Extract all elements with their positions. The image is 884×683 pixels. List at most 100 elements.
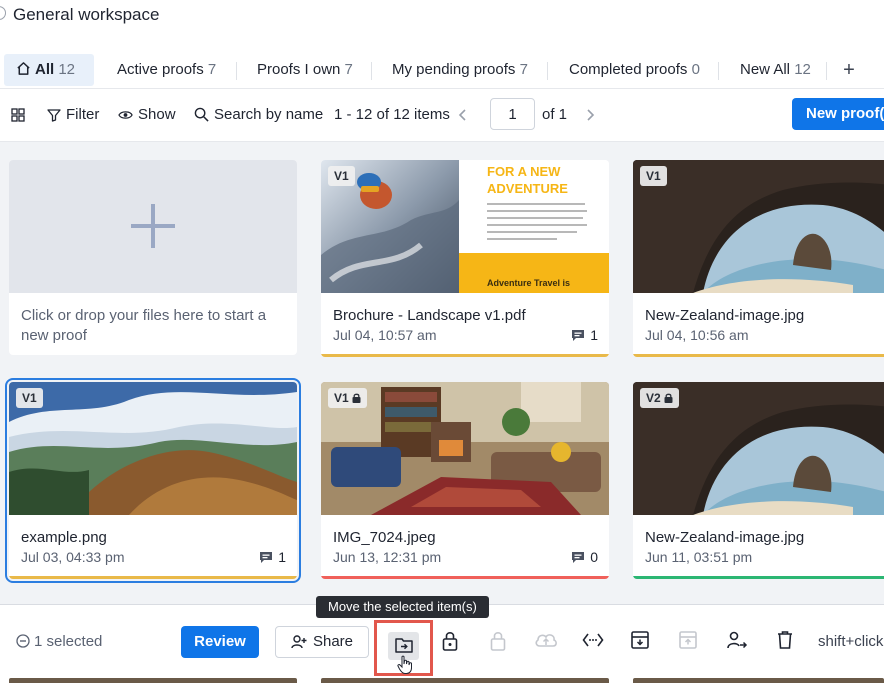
proof-name[interactable]: IMG_7024.jpeg: [333, 529, 436, 546]
proof-thumbnail[interactable]: [9, 382, 297, 515]
show-button[interactable]: Show: [118, 96, 176, 134]
prev-page-button[interactable]: [458, 96, 473, 134]
unarchive-icon: [679, 631, 697, 649]
workspace-title: General workspace: [13, 5, 160, 24]
version-badge: V1: [328, 166, 355, 186]
proof-date: Jun 11, 03:51 pm: [645, 549, 753, 565]
archive-button[interactable]: [630, 630, 654, 654]
delete-button[interactable]: [776, 630, 800, 654]
grid-icon: [11, 108, 25, 122]
tab-active-proofs[interactable]: Active proofs 7: [105, 54, 228, 86]
version-badge: V2: [640, 388, 679, 408]
upload-hint: Click or drop your files here to start a…: [21, 307, 267, 344]
selected-count[interactable]: 1 selected: [16, 633, 102, 650]
tab-count: 7: [207, 61, 217, 78]
status-bar: [633, 354, 884, 357]
proof-name[interactable]: Brochure - Landscape v1.pdf: [333, 307, 526, 324]
status-bar: [321, 354, 609, 357]
comment-count[interactable]: 1: [571, 327, 598, 343]
proof-card-selected[interactable]: V1 example.png Jul 03, 04:33 pm 1: [5, 378, 301, 583]
tabs-divider: [0, 88, 884, 89]
upload-card[interactable]: Click or drop your files here to start a…: [9, 160, 297, 355]
review-button[interactable]: Review: [181, 626, 259, 658]
next-row-thumbnail: [321, 678, 609, 683]
unarchive-button[interactable]: [678, 630, 702, 654]
tab-divider: [826, 62, 827, 80]
filter-icon: [47, 109, 61, 122]
share-label: Share: [312, 633, 354, 650]
proof-name[interactable]: example.png: [21, 529, 107, 546]
new-proof-button[interactable]: New proof(s): [792, 98, 884, 130]
unlock-button[interactable]: [488, 630, 512, 654]
version-label: V1: [646, 169, 661, 183]
trash-icon: [778, 631, 792, 649]
lock-icon: [664, 393, 673, 403]
hand-cursor-icon: [397, 655, 412, 674]
proof-card[interactable]: V2 New-Zealand-image.jpg Jun 11, 03:51 p…: [633, 382, 884, 579]
proof-date: Jul 04, 10:57 am: [333, 327, 437, 343]
next-page-button[interactable]: [585, 96, 600, 134]
svg-text:FOR A NEW: FOR A NEW: [487, 164, 561, 179]
add-tab-button[interactable]: +: [836, 54, 862, 86]
tab-my-pending-proofs[interactable]: My pending proofs 7: [380, 54, 540, 86]
version-badge: V1: [328, 388, 367, 408]
comment-count-value: 0: [590, 549, 598, 565]
upload-dropzone[interactable]: [9, 160, 297, 293]
tab-label: My pending proofs: [392, 61, 516, 78]
filter-label: Filter: [66, 106, 100, 123]
tab-divider: [236, 62, 237, 80]
proof-card[interactable]: V1 IMG_7024.jpeg Jun 13, 12:31 pm 0: [321, 382, 609, 579]
lock-icon: [442, 632, 458, 651]
comment-count[interactable]: 0: [571, 549, 598, 565]
chevron-right-icon: [587, 109, 595, 121]
tab-new-all[interactable]: New All 12: [728, 54, 823, 86]
proof-grid: Click or drop your files here to start a…: [0, 142, 884, 604]
selected-count-label: 1 selected: [34, 633, 103, 650]
svg-text:ADVENTURE: ADVENTURE: [487, 181, 568, 196]
eye-icon: [118, 111, 133, 119]
move-items-button[interactable]: [374, 620, 433, 676]
embed-code-button[interactable]: [582, 630, 606, 654]
comment-icon: [260, 552, 273, 563]
tab-count: 0: [691, 61, 700, 78]
proof-thumbnail[interactable]: FOR A NEW ADVENTURE Adventure Travel is: [321, 160, 609, 293]
page-total: of 1: [542, 106, 568, 123]
tab-completed-proofs[interactable]: Completed proofs 0: [557, 54, 712, 86]
share-button[interactable]: Share: [275, 626, 369, 658]
tab-divider: [547, 62, 548, 80]
chevron-left-icon: [458, 109, 466, 121]
deselect-icon: [16, 634, 30, 648]
page-number-input[interactable]: [490, 98, 535, 130]
comment-count-value: 1: [278, 549, 286, 565]
tab-divider: [371, 62, 372, 80]
plus-icon: [151, 204, 155, 248]
tab-label: Active proofs: [117, 61, 204, 78]
tab-proofs-i-own[interactable]: Proofs I own 7: [245, 54, 365, 86]
comment-count[interactable]: 1: [259, 549, 286, 565]
tab-count: 7: [519, 61, 528, 78]
tab-label: Completed proofs: [569, 61, 688, 78]
status-bar: [321, 576, 609, 579]
status-bar: [633, 576, 884, 579]
proof-name[interactable]: New-Zealand-image.jpg: [645, 307, 804, 324]
lock-button[interactable]: [440, 630, 464, 654]
proof-name[interactable]: New-Zealand-image.jpg: [645, 529, 804, 546]
move-folder-icon: [395, 638, 413, 653]
cloud-upload-icon: [535, 634, 557, 647]
tab-all[interactable]: All 12: [4, 54, 94, 86]
search-input[interactable]: Search by name: [194, 96, 323, 134]
upload-version-button[interactable]: [534, 630, 558, 654]
grid-view-button[interactable]: [11, 96, 30, 134]
svg-text:Adventure Travel is: Adventure Travel is: [487, 278, 570, 288]
proof-thumbnail[interactable]: [633, 160, 884, 293]
proof-card[interactable]: FOR A NEW ADVENTURE Adventure Travel is …: [321, 160, 609, 357]
version-label: V1: [334, 391, 349, 405]
workspace-icon: [0, 6, 6, 20]
proof-date: Jul 03, 04:33 pm: [21, 549, 125, 565]
status-bar: [9, 576, 297, 579]
archive-icon: [631, 631, 649, 649]
assign-owner-button[interactable]: [726, 630, 750, 654]
proof-card[interactable]: V1 New-Zealand-image.jpg Jul 04, 10:56 a…: [633, 160, 884, 357]
filter-button[interactable]: Filter: [47, 96, 99, 134]
version-label: V1: [334, 169, 349, 183]
